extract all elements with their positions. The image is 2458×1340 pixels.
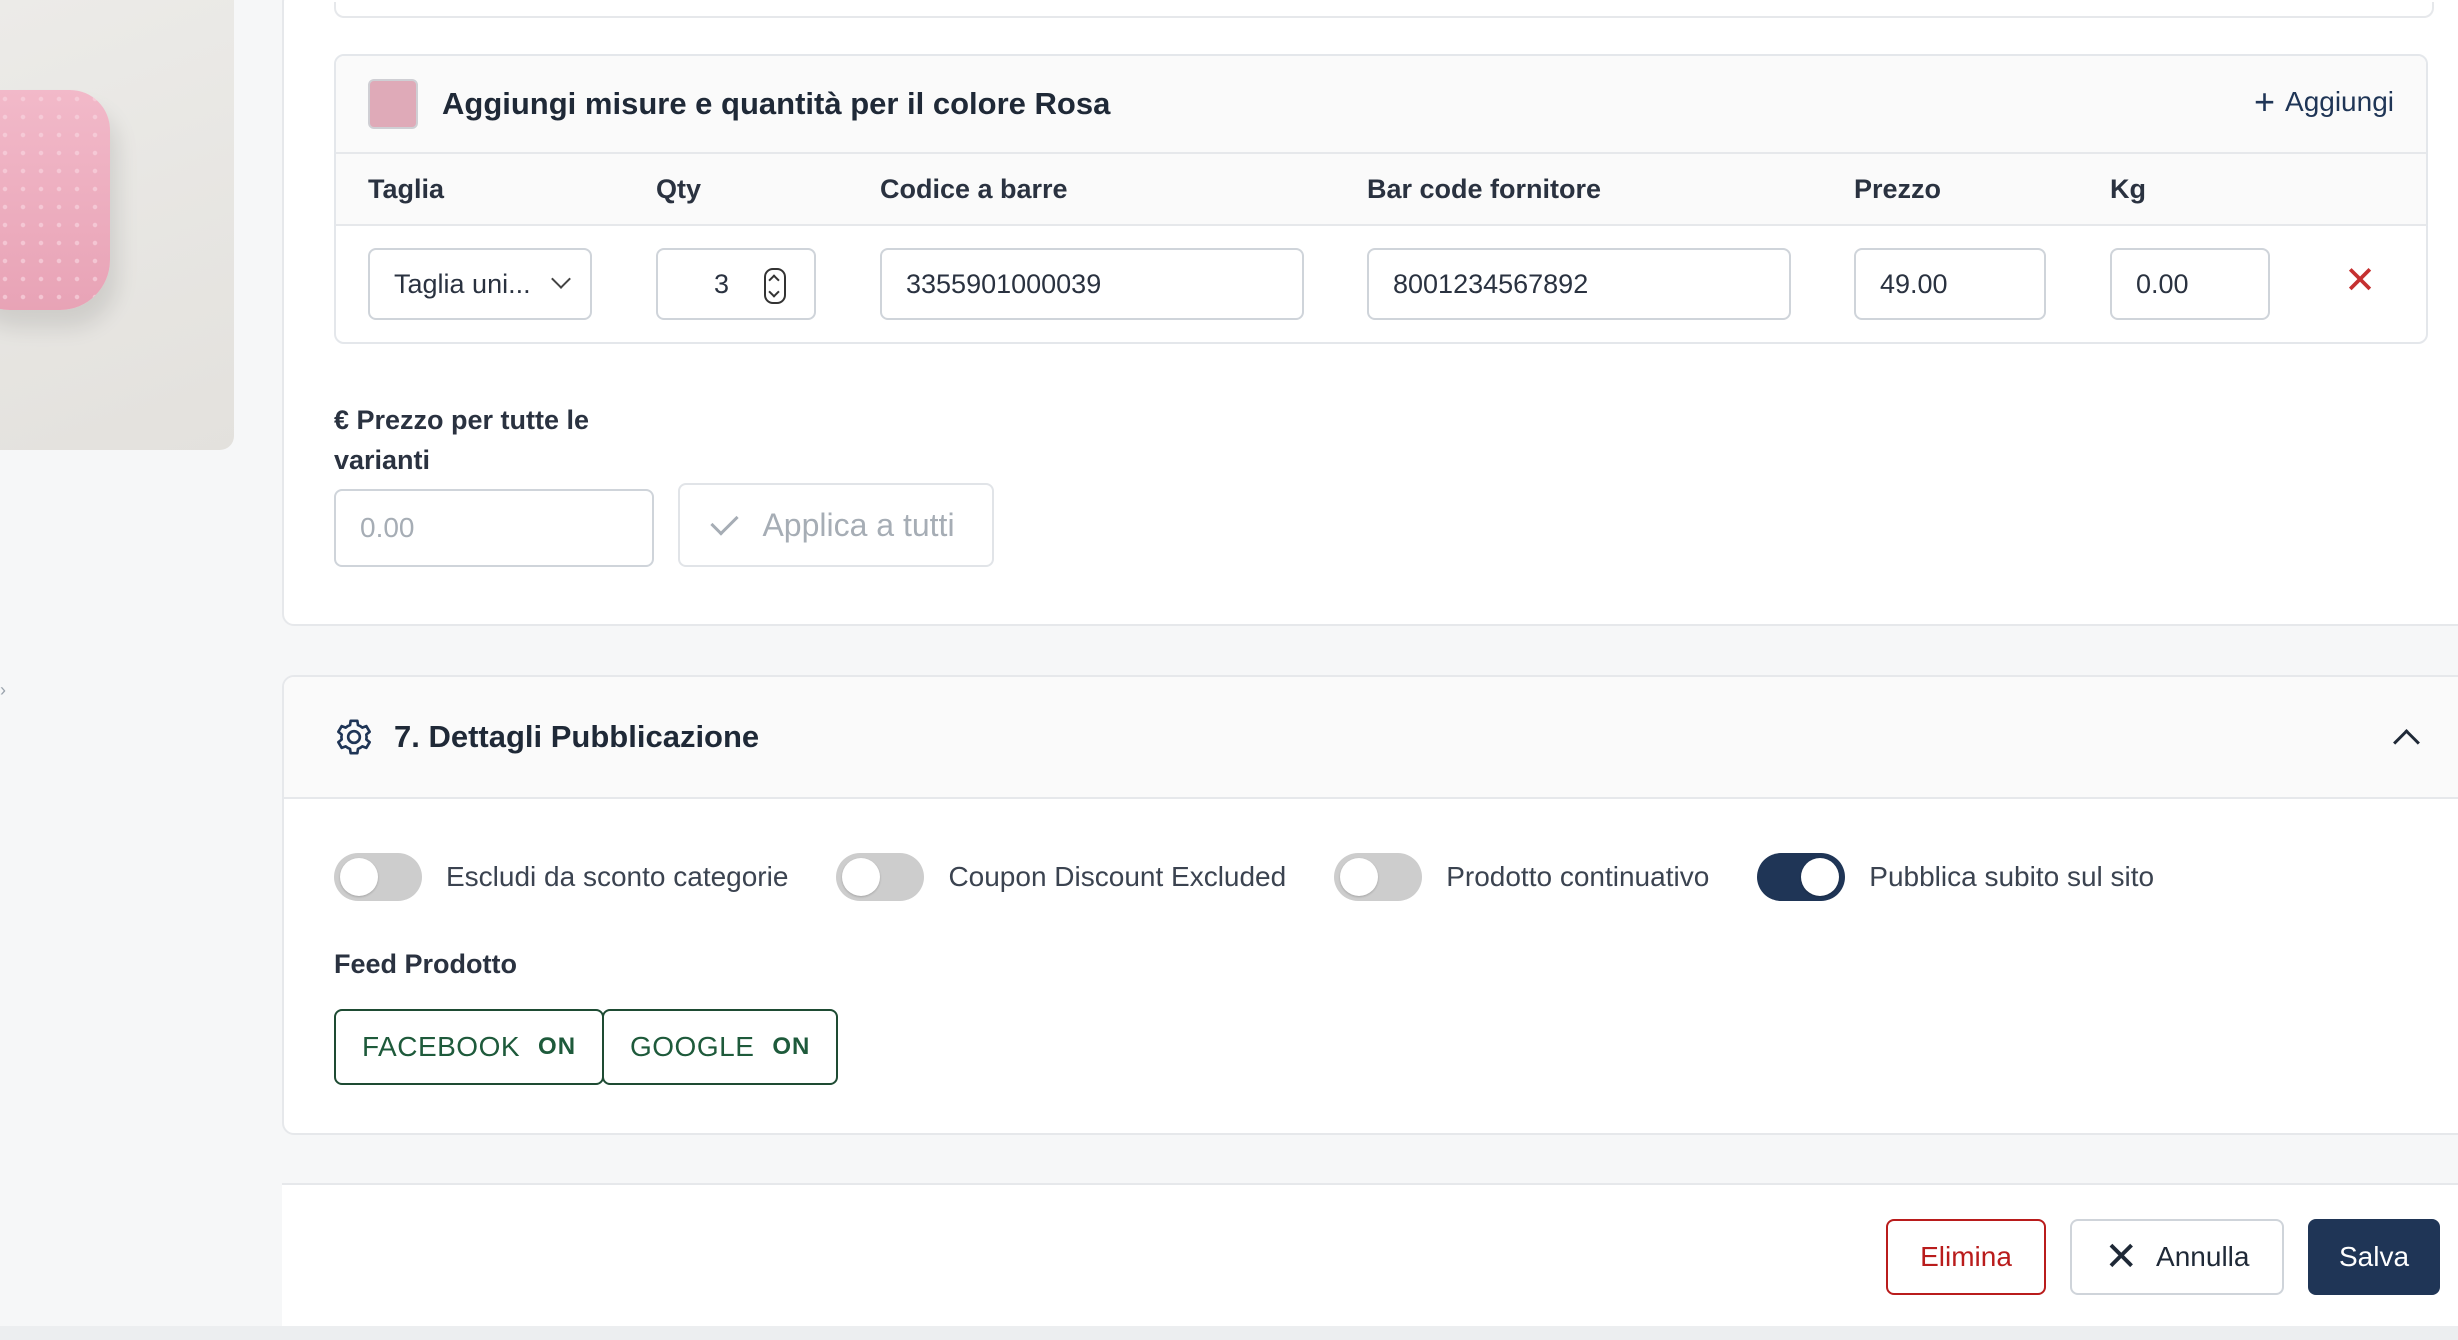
- close-icon: ✕: [2104, 1235, 2139, 1279]
- col-taglia: Taglia: [368, 174, 445, 204]
- feed-state: ON: [538, 1033, 577, 1060]
- add-size-label: Aggiungi: [2285, 86, 2394, 117]
- check-icon: [710, 506, 740, 536]
- barcode-value: 3355901000039: [906, 268, 1102, 299]
- publication-details-card: 7. Dettagli Pubblicazione Escludi da sco…: [282, 675, 2458, 1135]
- col-qty: Qty: [656, 174, 702, 204]
- remove-row-icon[interactable]: ✕: [2344, 262, 2376, 300]
- previous-variant-box: [334, 2, 2434, 18]
- feed-name: FACEBOOK: [362, 1031, 521, 1062]
- plus-icon: +: [2253, 81, 2276, 122]
- price-all-input[interactable]: 0.00: [334, 489, 654, 567]
- size-select[interactable]: Taglia uni...: [368, 248, 592, 320]
- barcode-input[interactable]: 3355901000039: [880, 248, 1304, 320]
- section-header[interactable]: 7. Dettagli Pubblicazione: [284, 677, 2458, 799]
- save-button[interactable]: Salva: [2308, 1219, 2440, 1295]
- toggle-continuative: Prodotto continuativo: [1334, 853, 1709, 901]
- product-bag-illustration: [0, 90, 110, 310]
- qty-stepper[interactable]: 3: [656, 248, 816, 320]
- variant-table-header: Taglia Qty Codice a barre Bar code forni…: [336, 154, 2426, 226]
- chevron-down-icon: [551, 269, 571, 289]
- feed-label: Feed Prodotto: [334, 949, 517, 979]
- size-select-value: Taglia uni...: [394, 268, 531, 299]
- toggle-label: Coupon Discount Excluded: [948, 861, 1287, 892]
- cancel-button[interactable]: ✕ Annulla: [2070, 1219, 2284, 1295]
- apply-all-button[interactable]: Applica a tutti: [678, 483, 994, 567]
- toggle-label: Prodotto continuativo: [1446, 861, 1710, 892]
- stepper-arrows-icon[interactable]: [764, 268, 786, 304]
- gear-icon: [337, 719, 371, 755]
- apply-all-label: Applica a tutti: [762, 506, 955, 543]
- feed-google-button[interactable]: GOOGLE ON: [602, 1009, 839, 1085]
- col-kg: Kg: [2110, 174, 2146, 204]
- toggle-switch[interactable]: [1334, 853, 1423, 901]
- toggle-switch[interactable]: [836, 853, 925, 901]
- variant-box-rosa: Aggiungi misure e quantità per il colore…: [334, 54, 2428, 344]
- left-column-fragment: ›: [0, 680, 6, 700]
- footer-actions: Elimina ✕ Annulla Salva: [282, 1183, 2458, 1335]
- color-swatch: [368, 79, 418, 129]
- price-value: 49.00: [1880, 268, 1948, 299]
- col-barcode: Codice a barre: [880, 174, 1068, 204]
- product-image: [0, 0, 234, 450]
- toggle-switch[interactable]: [334, 853, 422, 901]
- toggle-row: Escludi da sconto categorie Coupon Disco…: [334, 847, 2202, 907]
- add-size-button[interactable]: + Aggiungi: [2254, 84, 2394, 120]
- toggle-label: Pubblica subito sul sito: [1869, 861, 2155, 892]
- toggle-publish-now: Pubblica subito sul sito: [1757, 853, 2154, 901]
- qty-value: 3: [714, 268, 730, 299]
- toggle-exclude-category-discount: Escludi da sconto categorie: [334, 853, 788, 901]
- feed-state: ON: [772, 1033, 811, 1060]
- variant-header: Aggiungi misure e quantità per il colore…: [336, 56, 2426, 154]
- delete-button[interactable]: Elimina: [1886, 1219, 2046, 1295]
- price-input[interactable]: 49.00: [1854, 248, 2046, 320]
- kg-input[interactable]: 0.00: [2110, 248, 2270, 320]
- chevron-up-icon[interactable]: [2393, 729, 2420, 756]
- section-title: 7. Dettagli Pubblicazione: [394, 719, 760, 754]
- kg-value: 0.00: [2136, 268, 2189, 299]
- price-all-placeholder: 0.00: [360, 512, 415, 543]
- supplier-barcode-input[interactable]: 8001234567892: [1367, 248, 1791, 320]
- col-supplier-barcode: Bar code fornitore: [1367, 174, 1602, 204]
- feed-name: GOOGLE: [630, 1031, 755, 1062]
- supplier-barcode-value: 8001234567892: [1393, 268, 1589, 299]
- variant-title: Aggiungi misure e quantità per il colore…: [442, 86, 1111, 121]
- toggle-switch[interactable]: [1757, 853, 1846, 901]
- variant-row: Taglia uni... 3 3355901000039 8001234567…: [336, 226, 2426, 342]
- price-all-label: € Prezzo per tutte le varianti: [334, 405, 590, 475]
- variants-card: Aggiungi misure e quantità per il colore…: [282, 0, 2458, 626]
- feed-facebook-button[interactable]: FACEBOOK ON: [334, 1009, 605, 1085]
- col-prezzo: Prezzo: [1854, 174, 1942, 204]
- cancel-label: Annulla: [2156, 1241, 2250, 1272]
- toggle-label: Escludi da sconto categorie: [446, 861, 789, 892]
- toggle-coupon-excluded: Coupon Discount Excluded: [836, 853, 1286, 901]
- bottom-scroll-strip: [0, 1326, 2458, 1340]
